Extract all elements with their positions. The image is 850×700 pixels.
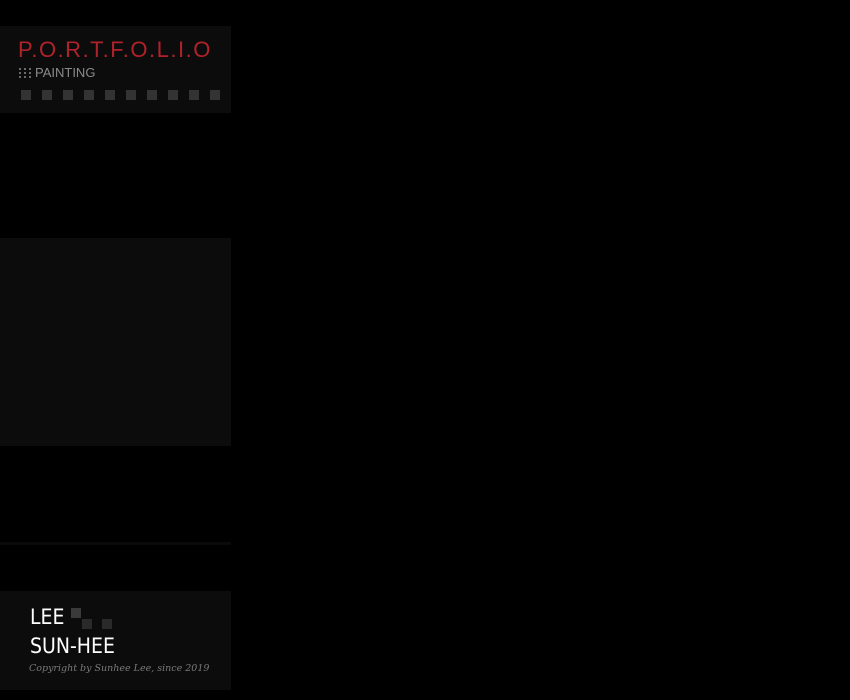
nav-square-4[interactable]: [84, 90, 94, 100]
nav-square-9[interactable]: [189, 90, 199, 100]
artist-name-line1: LEE: [30, 605, 65, 629]
divider: [0, 542, 231, 545]
square-nav: [21, 90, 220, 100]
nav-square-1[interactable]: [21, 90, 31, 100]
squares-logo-icon: [71, 608, 113, 630]
main-content-area: [231, 0, 850, 700]
nav-square-8[interactable]: [168, 90, 178, 100]
sidebar: P.O.R.T.F.O.L.I.O PAINTING LEE SUN-HEE C…: [0, 0, 231, 700]
nav-square-2[interactable]: [42, 90, 52, 100]
header-panel: P.O.R.T.F.O.L.I.O PAINTING: [0, 26, 231, 113]
dots-icon: [19, 68, 31, 78]
copyright-text: Copyright by Sunhee Lee, since 2019: [29, 663, 210, 674]
content-panel: [0, 238, 231, 446]
artist-name-line2: SUN-HEE: [30, 634, 115, 658]
portfolio-title[interactable]: P.O.R.T.F.O.L.I.O: [18, 37, 212, 63]
subtitle-row: PAINTING: [19, 66, 95, 80]
nav-square-7[interactable]: [147, 90, 157, 100]
nav-square-5[interactable]: [105, 90, 115, 100]
nav-square-6[interactable]: [126, 90, 136, 100]
subtitle-painting[interactable]: PAINTING: [35, 66, 95, 80]
footer-panel: LEE SUN-HEE Copyright by Sunhee Lee, sin…: [0, 591, 231, 690]
nav-square-10[interactable]: [210, 90, 220, 100]
nav-square-3[interactable]: [63, 90, 73, 100]
